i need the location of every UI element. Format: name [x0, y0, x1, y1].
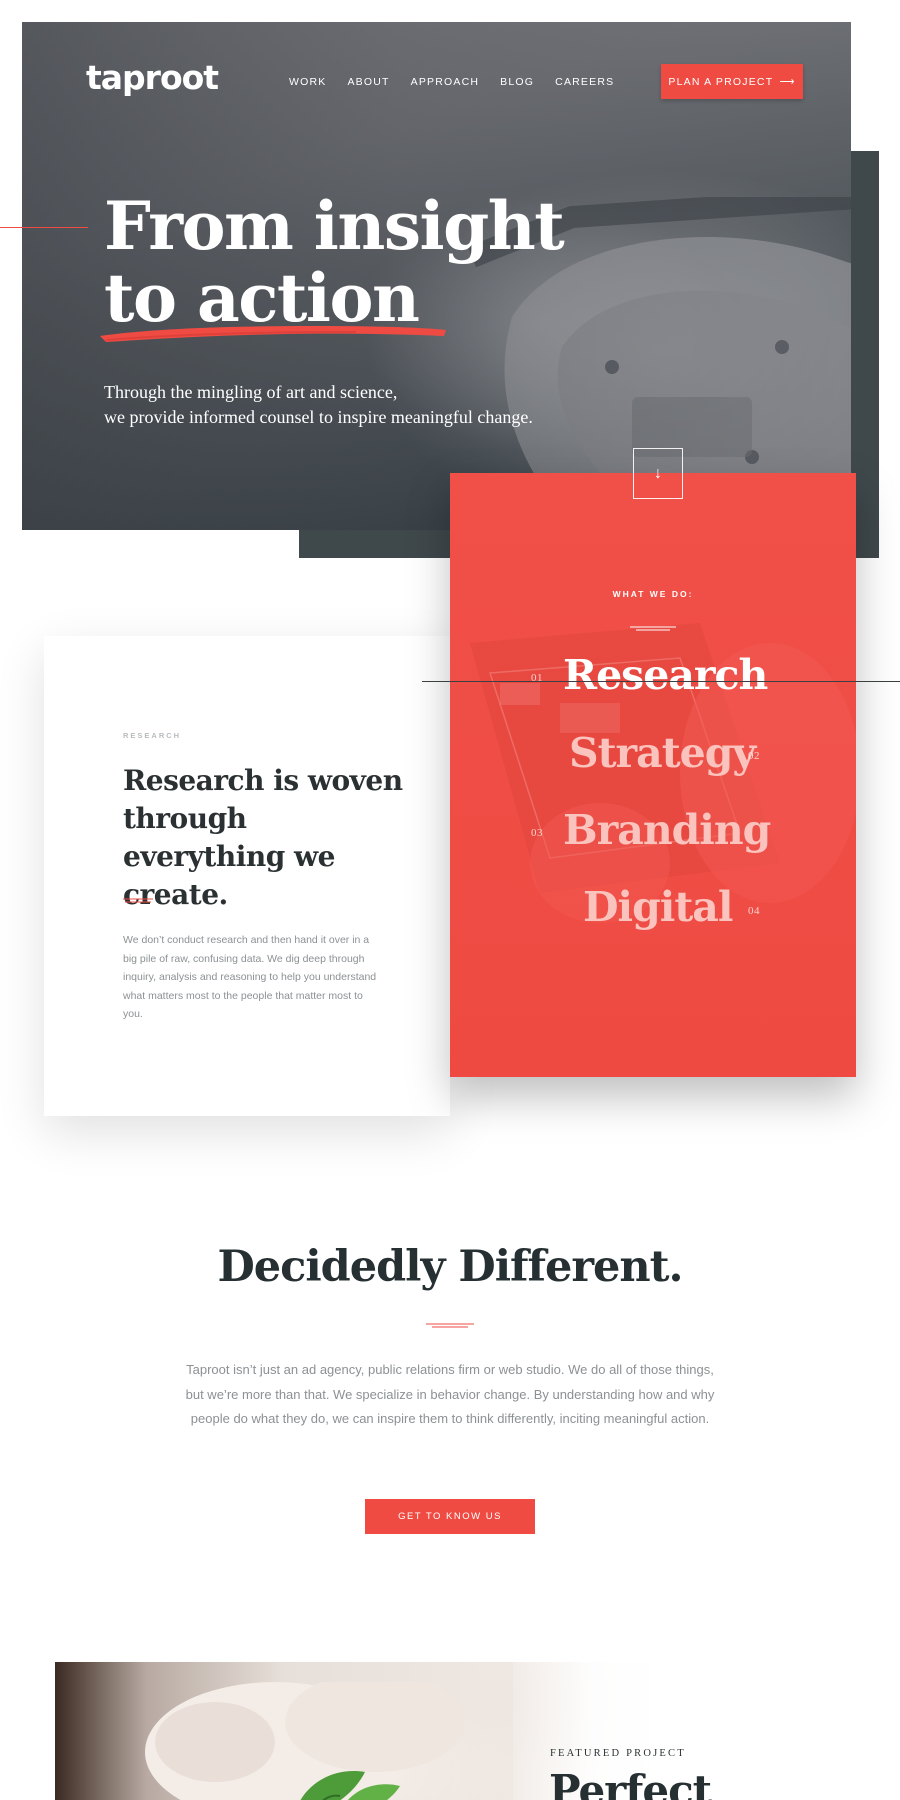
scroll-down-button[interactable]: ↓	[633, 448, 683, 499]
services-panel: WHAT WE DO: 01 Research Strategy 02 03 B…	[450, 473, 856, 1077]
service-number-02: 02	[748, 750, 760, 762]
hero-accent-line	[0, 227, 88, 228]
service-strategy[interactable]: Strategy	[569, 729, 756, 777]
section-title: Decidedly Different.	[217, 1242, 683, 1292]
nav-item-work[interactable]: WORK	[289, 76, 326, 88]
service-research[interactable]: Research	[563, 651, 768, 699]
squiggle-divider	[426, 1323, 474, 1328]
service-number-04: 04	[748, 905, 760, 917]
service-digital[interactable]: Digital	[583, 883, 733, 931]
brush-underline	[100, 326, 446, 342]
plan-a-project-label: PLAN A PROJECT	[668, 75, 774, 88]
featured-title: Perfect	[549, 1766, 712, 1800]
logo[interactable]: taproot	[86, 58, 219, 97]
hero-title-line1: From insight	[104, 187, 565, 265]
card-body: We don’t conduct research and then hand …	[123, 934, 377, 1021]
service-number-01: 01	[531, 672, 543, 684]
arrow-down-icon: ↓	[654, 464, 662, 482]
hero-subtitle-line2: we provide informed counsel to inspire m…	[104, 407, 533, 427]
service-branding[interactable]: Branding	[563, 806, 771, 854]
squiggle-divider	[123, 898, 153, 903]
research-card: RESEARCH Research is woven through every…	[44, 636, 450, 1116]
featured-label: FEATURED PROJECT	[550, 1748, 686, 1759]
squiggle-divider	[630, 626, 676, 631]
nav-item-blog[interactable]: BLOG	[500, 76, 534, 88]
card-label: RESEARCH	[123, 731, 182, 740]
service-number-03: 03	[531, 827, 543, 839]
get-to-know-us-button[interactable]: GET TO KNOW US	[365, 1499, 535, 1534]
hero-section: taproot WORK ABOUT APPROACH BLOG CAREERS…	[22, 22, 851, 530]
service-indicator-line	[422, 681, 900, 682]
featured-image	[145, 1682, 465, 1800]
services-heading: WHAT WE DO:	[612, 589, 694, 599]
section-body: Taproot isn’t just an ad agency, public …	[185, 1362, 715, 1426]
arrow-right-icon: ⟶	[779, 75, 796, 88]
nav-item-careers[interactable]: CAREERS	[555, 76, 614, 88]
featured-project[interactable]: FEATURED PROJECT Perfect	[55, 1662, 819, 1800]
main-nav: WORK ABOUT APPROACH BLOG CAREERS	[289, 76, 635, 88]
hero-subtitle: Through the mingling of art and science,…	[104, 380, 664, 430]
plan-a-project-button[interactable]: PLAN A PROJECT ⟶	[661, 64, 803, 99]
nav-item-approach[interactable]: APPROACH	[411, 76, 480, 88]
card-title: Research is woven through everything we …	[123, 764, 403, 911]
hero-title: From insight to action	[104, 190, 624, 334]
nav-item-about[interactable]: ABOUT	[347, 76, 389, 88]
hero-subtitle-line1: Through the mingling of art and science,	[104, 382, 398, 402]
